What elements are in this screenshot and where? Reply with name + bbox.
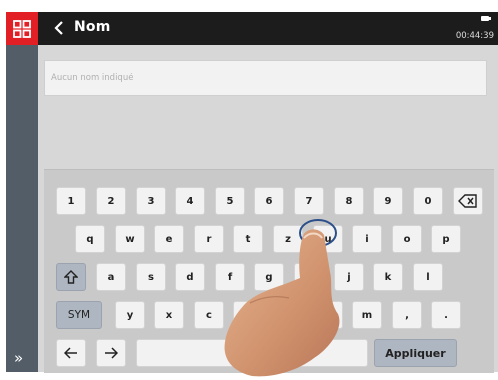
name-input[interactable]: [45, 61, 486, 95]
key[interactable]: h: [294, 263, 324, 291]
arrow-left-icon: [64, 347, 77, 359]
shift-arrow-icon: [64, 270, 78, 284]
on-screen-keyboard: 1 2 3 4 5 6 7 8 9 0 q w e r t z u i o p …: [44, 169, 494, 373]
sym-key[interactable]: SYM: [56, 301, 102, 329]
key[interactable]: e: [154, 225, 184, 253]
key[interactable]: w: [115, 225, 145, 253]
arrow-right-icon: [105, 347, 118, 359]
cursor-right-key[interactable]: [96, 339, 126, 367]
key[interactable]: r: [194, 225, 224, 253]
key[interactable]: t: [233, 225, 263, 253]
key[interactable]: l: [413, 263, 443, 291]
key[interactable]: f: [215, 263, 245, 291]
key[interactable]: i: [352, 225, 382, 253]
chevron-left-icon: [54, 21, 63, 35]
key[interactable]: k: [373, 263, 403, 291]
home-grid-button[interactable]: [6, 12, 38, 45]
key[interactable]: .: [431, 301, 461, 329]
key[interactable]: 2: [96, 187, 126, 215]
key[interactable]: 8: [334, 187, 364, 215]
key[interactable]: ,: [392, 301, 422, 329]
space-key[interactable]: [136, 339, 368, 367]
key[interactable]: n: [313, 301, 343, 329]
grid-icon: [13, 19, 31, 38]
cursor-left-key[interactable]: [56, 339, 86, 367]
name-field[interactable]: [44, 60, 487, 96]
key[interactable]: m: [352, 301, 382, 329]
backspace-key[interactable]: [453, 187, 483, 215]
key[interactable]: 0: [413, 187, 443, 215]
key[interactable]: g: [254, 263, 284, 291]
key[interactable]: 5: [215, 187, 245, 215]
key[interactable]: p: [431, 225, 461, 253]
key[interactable]: o: [392, 225, 422, 253]
key[interactable]: 7: [294, 187, 324, 215]
sidebar: »: [6, 45, 38, 372]
back-button[interactable]: [51, 18, 67, 38]
key[interactable]: 3: [136, 187, 166, 215]
key[interactable]: 6: [254, 187, 284, 215]
shift-key[interactable]: [56, 263, 86, 291]
battery-icon: [481, 16, 491, 21]
key[interactable]: b: [273, 301, 303, 329]
key[interactable]: 1: [56, 187, 86, 215]
key[interactable]: x: [154, 301, 184, 329]
top-bar: Nom 00:44:39: [38, 12, 498, 45]
key[interactable]: y: [115, 301, 145, 329]
key[interactable]: j: [334, 263, 364, 291]
key[interactable]: 4: [175, 187, 205, 215]
page-title: Nom: [74, 19, 111, 35]
content-area: 1 2 3 4 5 6 7 8 9 0 q w e r t z: [38, 45, 498, 373]
backspace-icon: [458, 194, 477, 208]
clock: 00:44:39: [455, 31, 494, 41]
key[interactable]: q: [75, 225, 105, 253]
key[interactable]: c: [194, 301, 224, 329]
key[interactable]: d: [175, 263, 205, 291]
key[interactable]: z: [273, 225, 303, 253]
key[interactable]: 9: [373, 187, 403, 215]
key[interactable]: v: [233, 301, 263, 329]
expand-sidebar-icon[interactable]: »: [14, 351, 23, 366]
key-u[interactable]: u: [313, 225, 343, 253]
key[interactable]: a: [96, 263, 126, 291]
key[interactable]: s: [136, 263, 166, 291]
screen: Nom 00:44:39 » 1 2 3 4 5 6 7 8 9 0: [0, 0, 498, 380]
apply-button[interactable]: Appliquer: [374, 339, 457, 367]
